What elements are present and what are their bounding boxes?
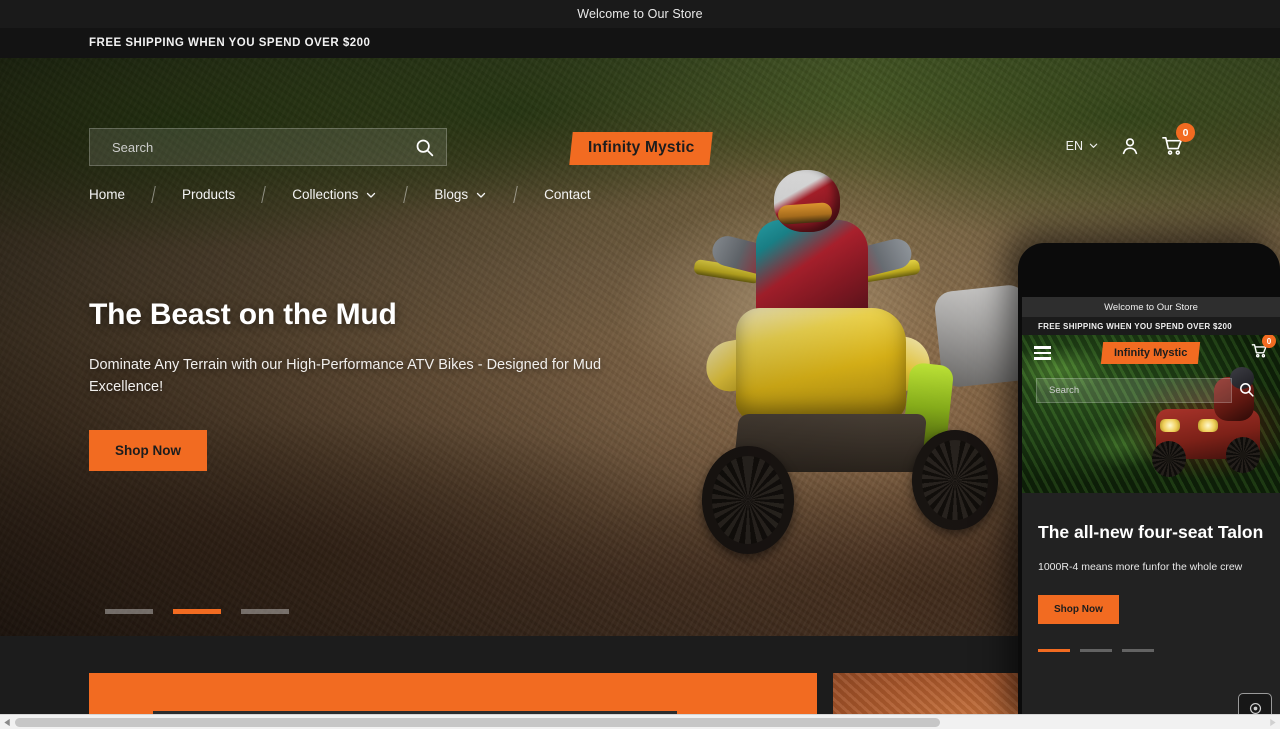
shipping-banner: FREE SHIPPING WHEN YOU SPEND OVER $200 bbox=[0, 28, 1280, 58]
shipping-text: FREE SHIPPING WHEN YOU SPEND OVER $200 bbox=[89, 37, 371, 49]
browser-viewport: Welcome to Our Store FREE SHIPPING WHEN … bbox=[0, 0, 1280, 729]
hero-shop-now-button[interactable]: Shop Now bbox=[89, 429, 207, 471]
site-header: Infinity Mystic EN bbox=[0, 58, 1280, 170]
hero-slider-indicators bbox=[105, 609, 289, 614]
promo-card-primary[interactable] bbox=[89, 673, 817, 715]
site-logo-text: Infinity Mystic bbox=[588, 139, 695, 156]
mobile-site-logo[interactable]: Infinity Mystic bbox=[1101, 342, 1201, 364]
slider-dot-2[interactable] bbox=[173, 609, 221, 614]
hero-content: The Beast on the Mud Dominate Any Terrai… bbox=[89, 298, 649, 471]
header-actions: EN 0 bbox=[1066, 123, 1195, 157]
search-icon bbox=[416, 139, 433, 156]
chevron-down-icon bbox=[1089, 143, 1098, 148]
mobile-preview-screen: Welcome to Our Store FREE SHIPPING WHEN … bbox=[1022, 297, 1280, 729]
user-icon bbox=[1122, 137, 1138, 154]
nav-label: Collections bbox=[292, 187, 359, 202]
mobile-hero-subtitle: 1000R-4 means more funfor the whole crew bbox=[1038, 560, 1243, 573]
mobile-cart-count-badge: 0 bbox=[1262, 335, 1276, 348]
mobile-search-submit-button[interactable] bbox=[1238, 381, 1255, 401]
search-input[interactable] bbox=[90, 139, 402, 155]
mobile-shipping-banner: FREE SHIPPING WHEN YOU SPEND OVER $200 bbox=[1022, 317, 1280, 335]
announcement-bar: Welcome to Our Store bbox=[0, 0, 1280, 28]
nav-divider bbox=[513, 186, 518, 203]
account-button[interactable] bbox=[1119, 135, 1141, 157]
announcement-text: Welcome to Our Store bbox=[577, 7, 703, 21]
mobile-hero-image: Infinity Mystic 0 bbox=[1022, 335, 1280, 493]
scroll-left-arrow[interactable] bbox=[0, 715, 15, 729]
search-submit-button[interactable] bbox=[402, 129, 446, 165]
nav-item-contact[interactable]: Contact bbox=[544, 185, 591, 204]
nav-label: Products bbox=[182, 187, 236, 202]
mobile-header: Infinity Mystic 0 bbox=[1022, 335, 1280, 371]
hero-subtitle: Dominate Any Terrain with our High-Perfo… bbox=[89, 357, 602, 396]
mobile-slider-dot-2[interactable] bbox=[1080, 648, 1112, 653]
cart-button[interactable]: 0 bbox=[1161, 123, 1195, 157]
nav-divider bbox=[151, 186, 156, 203]
mobile-hero-title: The all-new four-seat Talon bbox=[1038, 522, 1264, 542]
cart-count-badge: 0 bbox=[1176, 123, 1195, 142]
slider-dot-1[interactable] bbox=[105, 609, 153, 614]
search-icon bbox=[1240, 383, 1254, 397]
scroll-right-arrow[interactable] bbox=[1265, 715, 1280, 729]
nav-divider bbox=[261, 186, 267, 203]
search-bar[interactable] bbox=[89, 128, 447, 166]
slider-dot-3[interactable] bbox=[241, 609, 289, 614]
nav-item-blogs[interactable]: Blogs bbox=[434, 185, 487, 204]
mobile-hero-content: The all-new four-seat Talon 1000R-4 mean… bbox=[1022, 493, 1280, 653]
mobile-shipping-text: FREE SHIPPING WHEN YOU SPEND OVER $200 bbox=[1038, 321, 1232, 331]
nav-label: Blogs bbox=[434, 187, 469, 202]
mobile-site-logo-text: Infinity Mystic bbox=[1114, 347, 1188, 359]
triangle-right-icon bbox=[1270, 718, 1276, 726]
mobile-search-input[interactable] bbox=[1037, 385, 1231, 396]
mobile-slider-dot-1[interactable] bbox=[1038, 648, 1070, 653]
triangle-left-icon bbox=[4, 718, 10, 726]
language-label: EN bbox=[1065, 138, 1083, 153]
nav-label: Home bbox=[89, 187, 126, 202]
hamburger-menu-icon[interactable] bbox=[1034, 346, 1051, 360]
mobile-shop-now-button[interactable]: Shop Now bbox=[1038, 594, 1119, 624]
mobile-announcement-text: Welcome to Our Store bbox=[1104, 301, 1198, 313]
mobile-announcement-bar: Welcome to Our Store bbox=[1022, 297, 1280, 317]
mobile-slider-dot-3[interactable] bbox=[1122, 648, 1154, 653]
nav-item-home[interactable]: Home bbox=[89, 185, 125, 204]
nav-divider bbox=[403, 186, 409, 203]
mobile-search-bar[interactable] bbox=[1036, 378, 1254, 403]
chevron-down-icon bbox=[476, 192, 486, 198]
nav-item-collections[interactable]: Collections bbox=[292, 185, 377, 204]
mobile-cart-button[interactable]: 0 bbox=[1251, 335, 1276, 364]
language-selector[interactable]: EN bbox=[1066, 139, 1099, 153]
hero-title: The Beast on the Mud bbox=[89, 298, 397, 331]
scrollbar-track[interactable] bbox=[15, 715, 1265, 729]
mobile-slider-indicators bbox=[1038, 648, 1264, 653]
main-navigation: Home Products Collections Blogs Contact bbox=[89, 185, 591, 204]
chevron-down-icon bbox=[367, 192, 376, 198]
site-logo[interactable]: Infinity Mystic bbox=[569, 132, 714, 165]
scrollbar-thumb[interactable] bbox=[15, 717, 940, 727]
nav-label: Contact bbox=[544, 187, 591, 202]
horizontal-scrollbar[interactable] bbox=[0, 714, 1280, 729]
mobile-preview-device: Welcome to Our Store FREE SHIPPING WHEN … bbox=[1018, 243, 1280, 729]
nav-item-products[interactable]: Products bbox=[182, 185, 235, 204]
